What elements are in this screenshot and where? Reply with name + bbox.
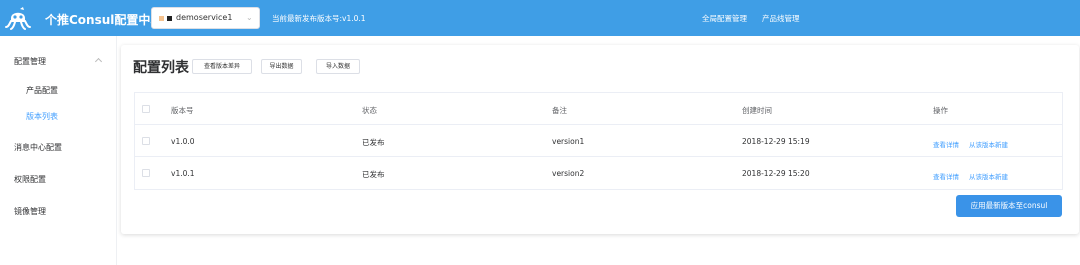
- top-header: 个推Consul配置中心 demoservice1 ⌄ 当前最新发布版本号:v1…: [0, 0, 1080, 36]
- sidebar-item-message-center[interactable]: 消息中心配置: [14, 142, 62, 153]
- nav-global-config[interactable]: 全局配置管理: [702, 13, 747, 24]
- column-header-status: 状态: [362, 106, 377, 115]
- status-cell: 已发布: [362, 170, 385, 179]
- export-data-button[interactable]: 导出数据: [261, 59, 302, 74]
- sidebar-item-product-config[interactable]: 产品配置: [26, 85, 58, 96]
- view-details-link[interactable]: 查看详情: [933, 139, 959, 149]
- row-checkbox[interactable]: [142, 169, 150, 177]
- service-select-value: demoservice1: [176, 13, 233, 22]
- column-header-note: 备注: [552, 106, 567, 115]
- chevron-down-icon: ⌄: [246, 13, 253, 22]
- version-table: 版本号 状态 备注 创建时间 操作 v1.0.0 已发布 version1 20…: [134, 92, 1063, 190]
- octopus-logo-icon: [5, 7, 31, 30]
- column-header-actions: 操作: [933, 106, 948, 115]
- select-all-checkbox[interactable]: [142, 105, 150, 113]
- page-title: 配置列表: [133, 60, 189, 76]
- new-from-version-link[interactable]: 从该版本新建: [969, 171, 1008, 181]
- app-title: 个推Consul配置中心: [45, 13, 163, 27]
- view-version-diff-button[interactable]: 查看版本差异: [192, 59, 252, 74]
- chevron-up-icon: [94, 57, 103, 66]
- sidebar-item-version-list[interactable]: 版本列表: [26, 111, 58, 122]
- latest-version-label: 当前最新发布版本号:v1.0.1: [272, 14, 366, 23]
- table-row: v1.0.0 已发布 version1 2018-12-29 15:19 查看详…: [135, 125, 1062, 157]
- version-cell: v1.0.1: [171, 169, 195, 178]
- service-color-swatch: [167, 16, 172, 21]
- note-cell: version1: [552, 137, 585, 146]
- table-row: v1.0.1 已发布 version2 2018-12-29 15:20 查看详…: [135, 157, 1062, 189]
- status-cell: 已发布: [362, 138, 385, 147]
- sidebar-item-permissions[interactable]: 权限配置: [14, 174, 46, 185]
- apply-latest-version-button[interactable]: 应用最新版本至consul: [956, 195, 1062, 217]
- import-data-button[interactable]: 导入数据: [316, 59, 360, 74]
- table-header-row: 版本号 状态 备注 创建时间 操作: [135, 93, 1062, 125]
- created-cell: 2018-12-29 15:19: [742, 137, 810, 146]
- sidebar-item-image-management[interactable]: 镜像管理: [14, 206, 46, 217]
- note-cell: version2: [552, 169, 585, 178]
- column-header-version: 版本号: [171, 106, 194, 115]
- config-list-panel: 配置列表 查看版本差异 导出数据 导入数据 版本号 状态 备注 创建时间 操作 …: [121, 45, 1079, 234]
- row-checkbox[interactable]: [142, 137, 150, 145]
- new-from-version-link[interactable]: 从该版本新建: [969, 139, 1008, 149]
- version-cell: v1.0.0: [171, 137, 195, 146]
- view-details-link[interactable]: 查看详情: [933, 171, 959, 181]
- column-header-created: 创建时间: [742, 106, 772, 115]
- nav-product-line[interactable]: 产品线管理: [762, 13, 800, 24]
- sidebar-item-config-management[interactable]: 配置管理: [14, 56, 46, 67]
- service-select[interactable]: demoservice1 ⌄: [151, 7, 260, 29]
- sidebar: 配置管理 产品配置 版本列表 消息中心配置 权限配置 镜像管理: [0, 36, 117, 265]
- created-cell: 2018-12-29 15:20: [742, 169, 810, 178]
- service-color-swatch: [159, 16, 164, 21]
